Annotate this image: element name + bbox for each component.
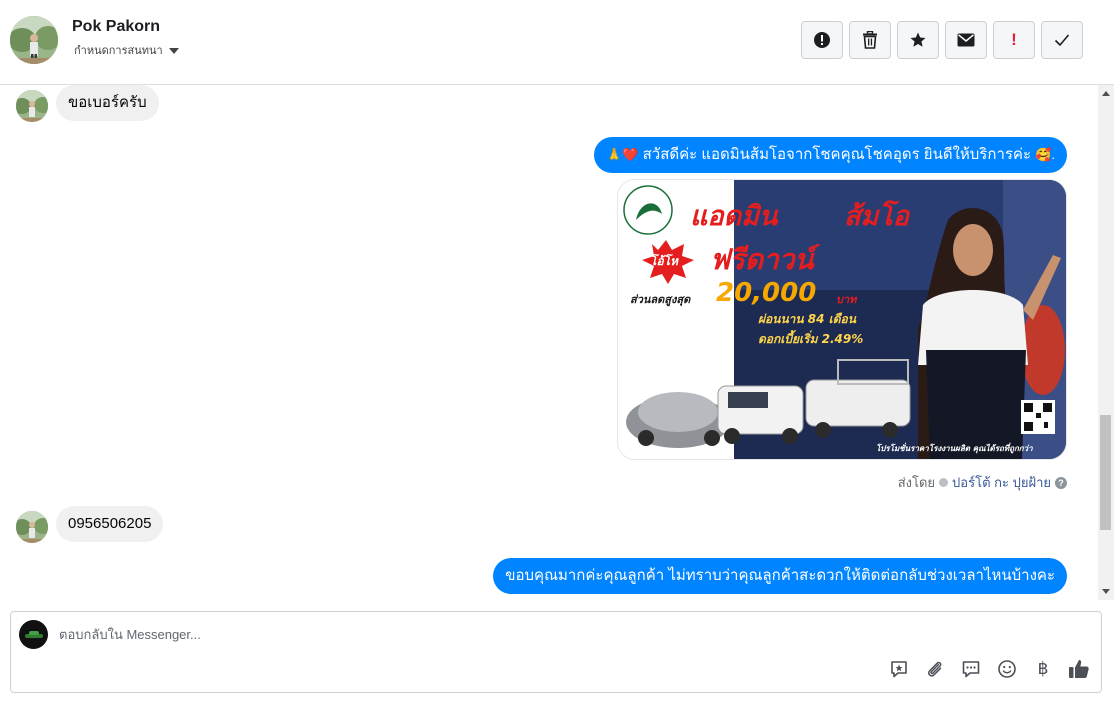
mark-done-button[interactable] [1041,21,1083,59]
baht-icon: ฿ [1037,659,1049,679]
star-icon [910,32,926,47]
smiling-hearts-emoji: 🥰. [1035,147,1055,162]
spam-button[interactable] [801,21,843,59]
envelope-icon [957,33,975,47]
delete-button[interactable] [849,21,891,59]
payment-button[interactable]: ฿ [1031,657,1055,681]
exclamation-icon: ! [1011,30,1017,49]
promo-currency: บาท [836,293,857,306]
checkmark-icon [1054,34,1070,47]
follow-up-button[interactable] [897,21,939,59]
scroll-up-arrow-icon[interactable] [1102,91,1110,96]
promo-discount-amount: 20,000 [716,278,817,308]
promo-image-message[interactable]: แอดมิน ส้มโอ โอ้โห ฟรีดาวน์ ส่วนลดสูงสุด… [617,179,1067,460]
assign-label: กำหนดการสนทนา [74,45,163,57]
contact-name[interactable]: Pok Pakorn [72,18,160,36]
conversation-header: Pok Pakorn กำหนดการสนทนา ! [0,0,1114,85]
sender-avatar[interactable] [16,511,48,543]
emoji-button[interactable] [995,657,1019,681]
promo-footer: โปรโมชั่นราคาโรงงานผลิต คุณได้รถที่ถูกกว… [876,444,1033,453]
message-template-button[interactable] [959,657,983,681]
conversation-actions: ! [801,21,1083,59]
page-avatar [19,620,48,649]
composer-toolbar: ฿ [887,657,1091,681]
message-bubble-incoming[interactable]: 0956506205 [56,506,164,542]
mark-unread-button[interactable] [945,21,987,59]
message-bubble-outgoing[interactable]: 🙏❤️ สวัสดีค่ะ แอดมินส้มโอจากโชคคุณโชคอุด… [594,137,1067,173]
emoji-icon [998,660,1016,678]
trash-icon [863,31,877,49]
message-text: สวัสดีค่ะ แอดมินส้มโอจากโชคคุณโชคอุดร ยิ… [642,146,1032,163]
reply-input[interactable] [59,622,1089,646]
promo-headline: ฟรีดาวน์ [710,243,814,276]
promo-interest: ดอกเบี้ยเริ่ม 2.49% [758,332,864,346]
promo-burst: โอ้โห [650,254,679,268]
message-bubble-outgoing[interactable]: ขอบคุณมากค่ะคุณลูกค้า ไม่ทราบว่าคุณลูกค้… [493,558,1067,594]
attach-file-button[interactable] [923,657,947,681]
thread-scrollbar[interactable] [1098,85,1114,600]
help-icon[interactable]: ? [1055,476,1067,489]
promo-discount-label: ส่วนลดสูงสุด [630,293,691,306]
attachment-icon [928,661,942,677]
sender-avatar[interactable] [16,90,48,122]
reply-composer: ฿ [10,611,1102,693]
alert-circle-icon [814,32,830,48]
thumbs-up-icon [1069,660,1089,678]
sent-by-prefix: ส่งโดย [897,475,936,490]
message-thread[interactable]: ขอเบอร์ครับ 🙏❤️ สวัสดีค่ะ แอดมินส้มโอจาก… [0,85,1098,600]
scrollbar-thumb[interactable] [1100,415,1111,530]
caret-down-icon [168,47,179,54]
assign-conversation-dropdown[interactable]: กำหนดการสนทนา [74,41,179,59]
like-button[interactable] [1067,657,1091,681]
sent-by-name[interactable]: ปอร์โต้ กะ ปุยฝ้าย [952,472,1051,493]
promo-installment: ผ่อนนาน 84 เดือน [758,312,856,326]
scroll-down-arrow-icon[interactable] [1102,589,1110,594]
promo-title: แอดมิน [690,201,778,232]
saved-reply-icon [891,661,907,678]
verified-dot-icon [939,478,949,487]
promo-name: ส้มโอ [844,201,909,232]
saved-reply-button[interactable] [887,657,911,681]
chat-bubble-icon [962,661,980,678]
sent-by-line: ส่งโดย ปอร์โต้ กะ ปุยฝ้าย ? [898,472,1067,493]
contact-avatar[interactable] [10,16,58,64]
pray-heart-emoji: 🙏❤️ [606,147,639,162]
mark-important-button[interactable]: ! [993,21,1035,59]
message-bubble-incoming[interactable]: ขอเบอร์ครับ [56,85,159,121]
